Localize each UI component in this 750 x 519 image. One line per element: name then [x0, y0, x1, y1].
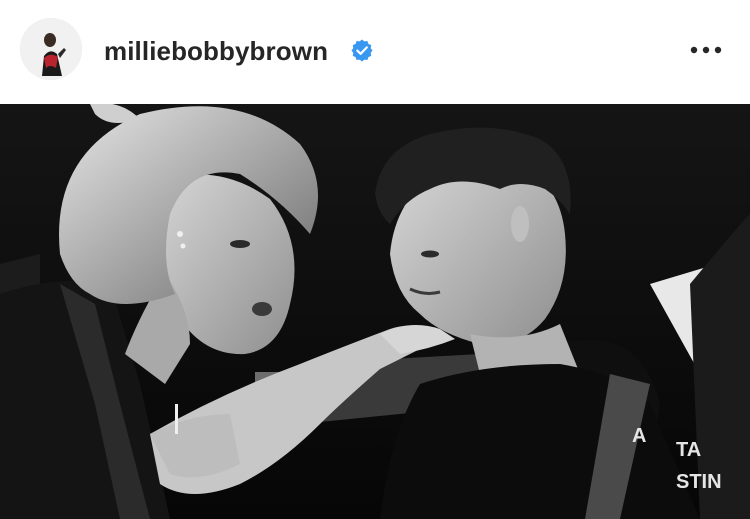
more-horizontal-icon	[690, 46, 722, 54]
shirt-text-3: STIN	[676, 471, 722, 493]
post-photo[interactable]: A TA STIN	[0, 104, 750, 519]
more-options-button[interactable]	[684, 32, 730, 68]
shirt-text-1: A	[632, 425, 646, 447]
verified-badge-icon	[351, 39, 373, 62]
photo-illustration: A TA STIN	[0, 104, 750, 519]
username[interactable]: milliebobbybrown	[104, 36, 328, 66]
post-header: milliebobbybrown	[0, 0, 750, 104]
shirt-text-2: TA	[676, 439, 701, 461]
profile-avatar[interactable]	[20, 18, 82, 80]
